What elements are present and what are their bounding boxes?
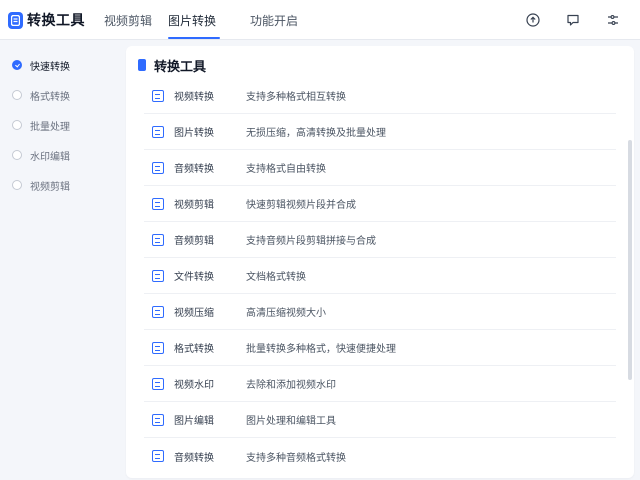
item-description: 批量转换多种格式，快速便捷处理 bbox=[246, 344, 396, 355]
list-item[interactable]: 格式转换 批量转换多种格式，快速便捷处理 bbox=[144, 330, 616, 366]
document-icon bbox=[152, 89, 164, 102]
sidebar-item-1[interactable]: 格式转换 bbox=[12, 85, 112, 105]
item-name: 视频转换 bbox=[174, 92, 214, 103]
list-item[interactable]: 视频水印 去除和添加视频水印 bbox=[144, 366, 616, 402]
sidebar-item-label: 视频剪辑 bbox=[30, 181, 70, 193]
top-bar: 转换工具 视频剪辑 图片转换 功能开启 bbox=[0, 0, 640, 40]
sidebar-item-label: 格式转换 bbox=[30, 91, 70, 103]
message-icon[interactable] bbox=[564, 11, 582, 29]
sidebar-item-4[interactable]: 视频剪辑 bbox=[12, 175, 112, 195]
item-description: 无损压缩，高清转换及批量处理 bbox=[246, 128, 386, 139]
radio-icon bbox=[12, 120, 22, 130]
document-icon bbox=[152, 197, 164, 210]
active-tab-indicator bbox=[168, 37, 220, 39]
item-description: 支持格式自由转换 bbox=[246, 164, 326, 175]
sidebar-item-label: 批量处理 bbox=[30, 121, 70, 133]
list-item[interactable]: 图片转换 无损压缩，高清转换及批量处理 bbox=[144, 114, 616, 150]
document-icon bbox=[152, 125, 164, 138]
sidebar: 快速转换 格式转换 批量处理 水印编辑 视频剪辑 bbox=[0, 41, 118, 480]
item-name: 视频压缩 bbox=[174, 308, 214, 319]
item-description: 支持多种格式相互转换 bbox=[246, 92, 346, 103]
item-name: 格式转换 bbox=[174, 344, 214, 355]
nav-tab-0[interactable]: 视频剪辑 bbox=[104, 12, 152, 40]
section-marker-icon bbox=[138, 59, 146, 71]
item-description: 支持多种音频格式转换 bbox=[246, 452, 346, 464]
item-name: 音频转换 bbox=[174, 452, 214, 464]
sidebar-item-label: 快速转换 bbox=[30, 61, 70, 73]
list-item[interactable]: 视频剪辑 快速剪辑视频片段并合成 bbox=[144, 186, 616, 222]
main-panel: 转换工具 视频转换 支持多种格式相互转换 图片转换 无损压缩，高清转换及批量处理… bbox=[126, 46, 634, 478]
list-item[interactable]: 视频压缩 高清压缩视频大小 bbox=[144, 294, 616, 330]
radio-selected-icon bbox=[12, 60, 22, 70]
item-name: 图片编辑 bbox=[174, 416, 214, 427]
panel-title: 转换工具 bbox=[154, 59, 207, 75]
document-icon bbox=[152, 450, 164, 462]
document-icon bbox=[152, 341, 164, 354]
app-name: 转换工具 bbox=[27, 13, 85, 29]
nav-tab-2[interactable]: 功能开启 bbox=[250, 12, 298, 40]
document-icon bbox=[152, 413, 164, 426]
document-icon bbox=[152, 161, 164, 174]
item-name: 音频转换 bbox=[174, 164, 214, 175]
list-item[interactable]: 音频转换 支持格式自由转换 bbox=[144, 150, 616, 186]
sidebar-item-2[interactable]: 批量处理 bbox=[12, 115, 112, 135]
item-name: 音频剪辑 bbox=[174, 236, 214, 247]
document-icon bbox=[152, 377, 164, 390]
document-icon bbox=[152, 269, 164, 282]
item-description: 支持音频片段剪辑拼接与合成 bbox=[246, 236, 376, 247]
list-item[interactable]: 音频剪辑 支持音频片段剪辑拼接与合成 bbox=[144, 222, 616, 258]
document-icon bbox=[152, 233, 164, 246]
item-description: 文档格式转换 bbox=[246, 272, 306, 283]
radio-icon bbox=[12, 150, 22, 160]
item-name: 视频水印 bbox=[174, 380, 214, 391]
nav-tab-1[interactable]: 图片转换 bbox=[168, 12, 216, 40]
sidebar-item-3[interactable]: 水印编辑 bbox=[12, 145, 112, 165]
list-item[interactable]: 文件转换 文档格式转换 bbox=[144, 258, 616, 294]
item-description: 图片处理和编辑工具 bbox=[246, 416, 336, 427]
sidebar-item-0[interactable]: 快速转换 bbox=[12, 55, 112, 75]
radio-icon bbox=[12, 180, 22, 190]
item-name: 图片转换 bbox=[174, 128, 214, 139]
panel-header: 转换工具 bbox=[138, 56, 207, 75]
radio-icon bbox=[12, 90, 22, 100]
item-description: 去除和添加视频水印 bbox=[246, 380, 336, 391]
settings-icon[interactable] bbox=[604, 11, 622, 29]
item-description: 高清压缩视频大小 bbox=[246, 308, 326, 319]
app-logo[interactable]: 转换工具 bbox=[8, 10, 85, 30]
list-item[interactable]: 视频转换 支持多种格式相互转换 bbox=[144, 78, 616, 114]
list-item[interactable]: 音频转换 支持多种音频格式转换 bbox=[144, 438, 616, 474]
sidebar-item-label: 水印编辑 bbox=[30, 151, 70, 163]
item-name: 文件转换 bbox=[174, 272, 214, 283]
document-icon bbox=[152, 305, 164, 318]
item-name: 视频剪辑 bbox=[174, 200, 214, 211]
item-description: 快速剪辑视频片段并合成 bbox=[246, 200, 356, 211]
list-item[interactable]: 图片编辑 图片处理和编辑工具 bbox=[144, 402, 616, 438]
upload-icon[interactable] bbox=[524, 11, 542, 29]
panel-scrollbar[interactable] bbox=[628, 140, 632, 380]
app-logo-icon bbox=[8, 11, 23, 29]
